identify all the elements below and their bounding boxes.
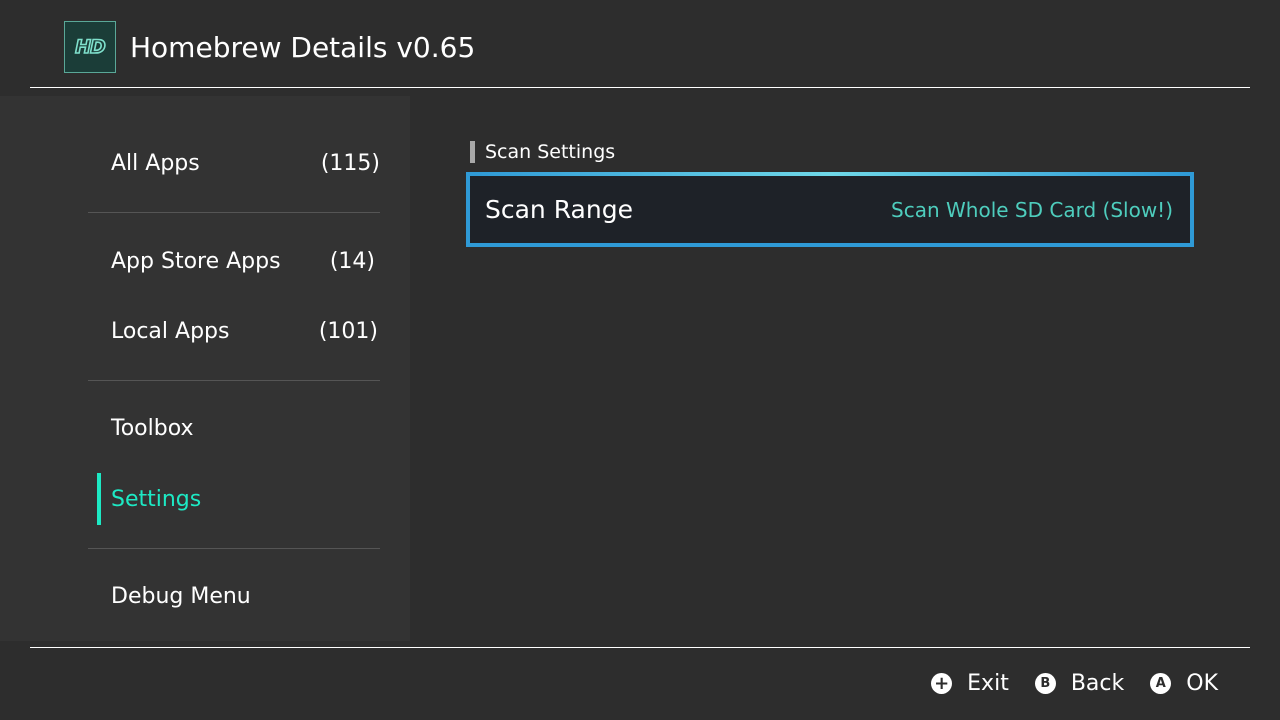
sidebar-item-label: Settings	[111, 486, 202, 512]
sidebar-item-label: Debug Menu	[111, 583, 251, 609]
sidebar-item-debug-menu[interactable]: Debug Menu	[97, 570, 382, 622]
back-label: Back	[1070, 670, 1125, 696]
sidebar-item-label: Toolbox	[111, 415, 194, 441]
sidebar-item-label: All Apps	[111, 150, 200, 176]
exit-label: Exit	[967, 670, 1009, 696]
sidebar-item-all-apps[interactable]: All Apps (115)	[97, 137, 382, 189]
sidebar-item-count: (14)	[329, 248, 375, 274]
footer-divider	[30, 647, 1250, 648]
plus-button-icon: +	[931, 672, 953, 694]
sidebar-item-local-apps[interactable]: Local Apps (101)	[97, 305, 380, 357]
sidebar-item-app-store-apps[interactable]: App Store Apps (14)	[97, 235, 377, 287]
header-divider	[30, 87, 1250, 88]
section-header-bar	[470, 141, 475, 163]
sidebar-item-label: Local Apps	[111, 318, 230, 344]
b-button-icon: B	[1034, 672, 1056, 694]
sidebar-item-toolbox[interactable]: Toolbox	[97, 402, 382, 454]
sidebar-item-count: (101)	[318, 318, 378, 344]
sidebar-divider	[88, 380, 380, 381]
back-hint[interactable]: B Back	[1034, 670, 1125, 696]
app-logo-icon: HD	[64, 21, 116, 73]
section-title: Scan Settings	[485, 141, 616, 163]
header: HD Homebrew Details v0.65	[0, 0, 1280, 88]
app-title: Homebrew Details v0.65	[130, 31, 476, 64]
sidebar-item-count: (115)	[320, 150, 380, 176]
sidebar-divider	[88, 212, 380, 213]
sidebar-item-settings[interactable]: Settings	[97, 473, 382, 525]
scan-range-option[interactable]: Scan Range Scan Whole SD Card (Slow!)	[466, 172, 1194, 247]
sidebar-item-label: App Store Apps	[111, 248, 281, 274]
a-button-icon: A	[1150, 672, 1172, 694]
option-value: Scan Whole SD Card (Slow!)	[891, 197, 1173, 222]
ok-label: OK	[1186, 670, 1218, 696]
sidebar-divider	[88, 548, 380, 549]
exit-hint[interactable]: + Exit	[931, 671, 1009, 696]
option-label: Scan Range	[485, 195, 633, 224]
app-logo-text: HD	[74, 35, 106, 59]
footer-hints: + Exit B Back A OK	[905, 664, 1218, 702]
ok-hint[interactable]: A OK	[1150, 671, 1218, 696]
section-header: Scan Settings	[470, 141, 615, 163]
